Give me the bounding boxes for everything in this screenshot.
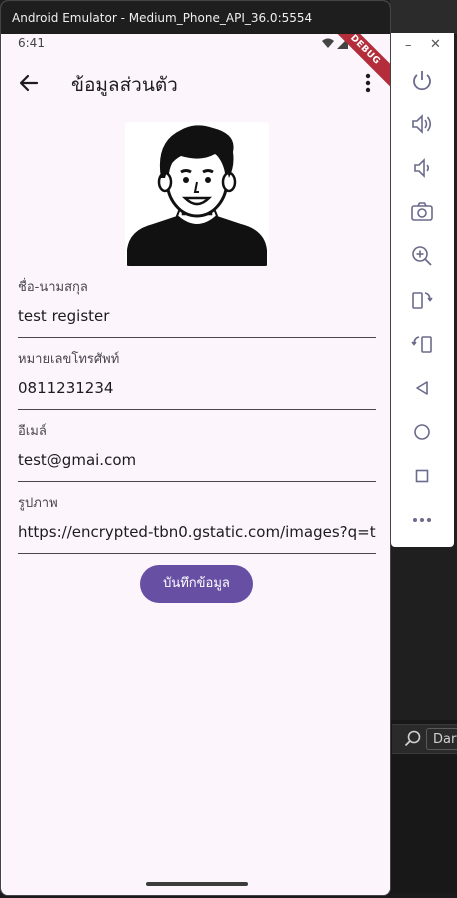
search-icon[interactable] — [403, 729, 423, 749]
email-input[interactable]: test@gmai.com — [18, 451, 376, 469]
phone-input[interactable]: 0811231234 — [18, 379, 376, 397]
rotate-left-icon[interactable] — [409, 287, 435, 313]
home-circle-icon[interactable] — [409, 419, 435, 445]
save-button[interactable]: บันทึกข้อมูล — [140, 565, 253, 603]
avatar — [125, 122, 269, 266]
user-avatar-illustration — [127, 125, 267, 266]
field-fullname[interactable]: ชื่อ-นามสกุล test register — [18, 276, 376, 338]
page-title: ข้อมูลส่วนตัว — [71, 74, 178, 96]
field-phone[interactable]: หมายเลขโทรศัพท์ 0811231234 — [18, 348, 376, 410]
field-label: หมายเลขโทรศัพท์ — [18, 352, 120, 367]
power-icon[interactable] — [409, 68, 435, 94]
camera-icon[interactable] — [409, 199, 435, 225]
back-triangle-icon[interactable] — [409, 375, 435, 401]
home-indicator[interactable] — [146, 882, 248, 886]
more-horiz-icon[interactable] — [409, 507, 435, 533]
fullname-input[interactable]: test register — [18, 307, 376, 325]
more-vert-icon[interactable] — [358, 70, 378, 96]
field-label: อีเมล์ — [18, 424, 47, 439]
phone-screen: 6:41 DEBUG ข้อมูลส่วนตัว ชื่อ-นามสกุล te… — [2, 34, 390, 895]
emulator-window: Android Emulator - Medium_Phone_API_36.0… — [0, 0, 391, 896]
field-label: รูปภาพ — [18, 496, 58, 511]
ide-search-input[interactable]: Dart — [426, 728, 457, 750]
field-email[interactable]: อีเมล์ test@gmai.com — [18, 420, 376, 482]
field-image[interactable]: รูปภาพ https://encrypted-tbn0.gstatic.co… — [18, 492, 376, 554]
minimize-icon[interactable]: – — [405, 38, 415, 53]
status-time: 6:41 — [18, 36, 45, 50]
volume-down-icon[interactable] — [409, 155, 435, 181]
field-label: ชื่อ-นามสกุล — [18, 280, 88, 295]
image-url-input[interactable]: https://encrypted-tbn0.gstatic.com/image… — [18, 523, 376, 541]
rotate-right-icon[interactable] — [409, 331, 435, 357]
overview-square-icon[interactable] — [409, 463, 435, 489]
close-icon[interactable]: ✕ — [430, 37, 442, 52]
zoom-in-icon[interactable] — [409, 243, 435, 269]
ide-top-bar — [390, 0, 457, 34]
wifi-icon — [322, 38, 334, 48]
volume-up-icon[interactable] — [409, 111, 435, 137]
arrow-back-icon[interactable] — [16, 70, 42, 96]
window-title: Android Emulator - Medium_Phone_API_36.0… — [1, 1, 390, 34]
